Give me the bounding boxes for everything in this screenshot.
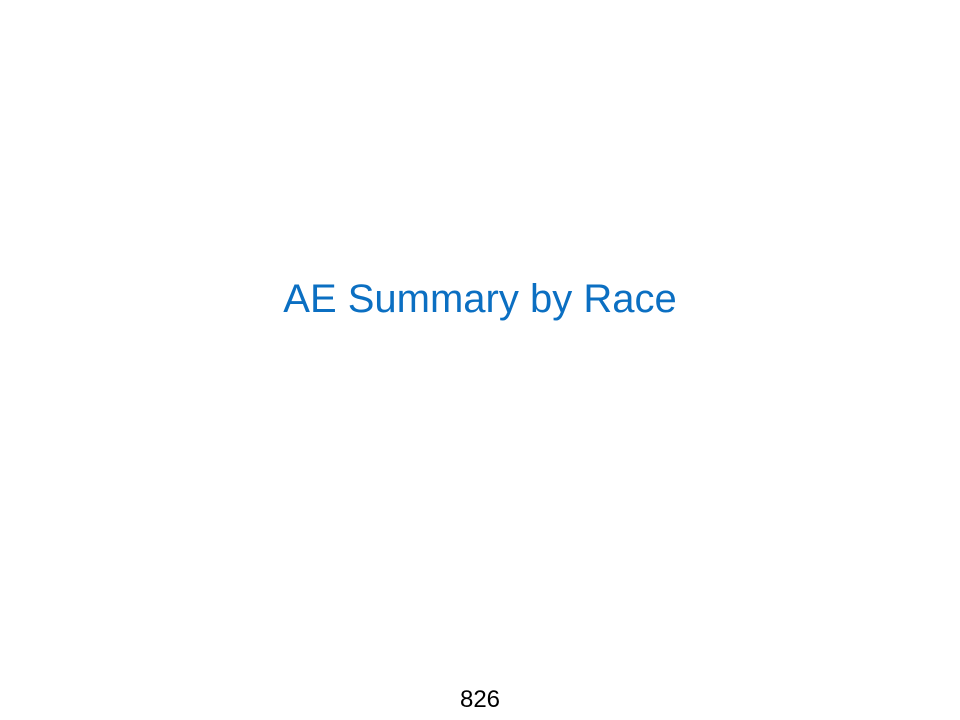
page-number: 826 [459, 686, 501, 713]
slide-title: AE Summary by Race [283, 277, 677, 321]
slide: AE Summary by Race 826 [0, 0, 960, 720]
